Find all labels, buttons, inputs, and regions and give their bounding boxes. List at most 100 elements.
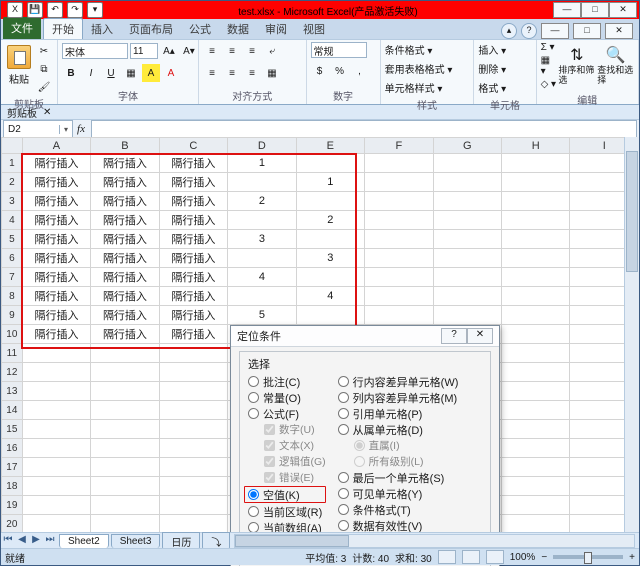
format-cells-button[interactable]: 格式 ▾ (478, 80, 506, 95)
name-box[interactable]: D2 ▾ (3, 120, 73, 138)
insert-cells-button[interactable]: 插入 ▾ (478, 42, 506, 57)
percent-button[interactable]: % (331, 62, 349, 80)
opt-visible[interactable]: 可见单元格(Y) (338, 486, 459, 501)
cell[interactable]: 隔行插入 (91, 173, 159, 192)
cell[interactable] (502, 211, 570, 230)
font-color-button[interactable]: A (162, 64, 180, 82)
grow-font-button[interactable]: A▴ (160, 42, 178, 60)
fill-button[interactable]: ▦ ▾ (541, 55, 557, 77)
cell[interactable] (433, 268, 501, 287)
tab-formulas[interactable]: 公式 (181, 19, 219, 39)
tab-data[interactable]: 数据 (219, 19, 257, 39)
qat-undo-icon[interactable]: ↶ (47, 2, 63, 18)
cell[interactable] (433, 173, 501, 192)
cell[interactable] (22, 515, 90, 534)
cell[interactable] (365, 154, 433, 173)
cell[interactable] (502, 439, 570, 458)
tab-insert[interactable]: 插入 (83, 19, 121, 39)
cell[interactable] (365, 230, 433, 249)
workbook-max-button[interactable]: □ (573, 23, 601, 39)
cell[interactable]: 3 (228, 230, 296, 249)
cell[interactable]: 4 (228, 268, 296, 287)
font-size-select[interactable]: 11 (130, 43, 158, 59)
cell[interactable]: 隔行插入 (91, 192, 159, 211)
cell[interactable] (296, 268, 364, 287)
sheet-tab-sheet2[interactable]: Sheet2 (59, 534, 109, 548)
tab-view[interactable]: 视图 (295, 19, 333, 39)
cell[interactable] (22, 344, 90, 363)
merge-button[interactable]: ▦ (263, 64, 281, 82)
cell[interactable] (502, 287, 570, 306)
cell[interactable]: 5 (228, 306, 296, 325)
cell[interactable] (433, 211, 501, 230)
cell[interactable] (22, 477, 90, 496)
cell[interactable]: 隔行插入 (22, 249, 90, 268)
cell[interactable]: 隔行插入 (22, 211, 90, 230)
fill-color-button[interactable]: A (142, 64, 160, 82)
zoom-level[interactable]: 100% (510, 552, 536, 563)
opt-formula[interactable]: 公式(F) (248, 406, 326, 421)
zoom-slider[interactable] (553, 555, 623, 559)
cell[interactable]: 隔行插入 (159, 192, 227, 211)
cell[interactable] (22, 458, 90, 477)
align-top-button[interactable]: ≡ (203, 42, 221, 60)
maximize-button[interactable]: □ (581, 2, 609, 18)
cell[interactable] (502, 496, 570, 515)
cell[interactable] (433, 154, 501, 173)
cell[interactable] (433, 192, 501, 211)
cell[interactable] (228, 211, 296, 230)
sheet-nav-next[interactable]: ▶ (29, 534, 43, 548)
border-button[interactable]: ▦ (122, 64, 140, 82)
view-normal-button[interactable] (438, 550, 456, 564)
cell[interactable]: 隔行插入 (91, 325, 159, 344)
cell[interactable] (502, 306, 570, 325)
clipboard-pane-close-icon[interactable]: ✕ (43, 107, 51, 118)
align-right-button[interactable]: ≡ (243, 64, 261, 82)
help-icon[interactable]: ? (521, 23, 537, 39)
shrink-font-button[interactable]: A▾ (180, 42, 198, 60)
opt-condfmt[interactable]: 条件格式(T) (338, 502, 459, 517)
copy-button[interactable]: ⧉ (35, 60, 53, 78)
cell[interactable] (365, 287, 433, 306)
cell[interactable] (159, 401, 227, 420)
cell[interactable] (502, 249, 570, 268)
cell[interactable]: 隔行插入 (22, 154, 90, 173)
view-pagelayout-button[interactable] (462, 550, 480, 564)
cell[interactable]: 隔行插入 (159, 287, 227, 306)
tab-review[interactable]: 审阅 (257, 19, 295, 39)
cell[interactable]: 1 (228, 154, 296, 173)
cell[interactable]: 隔行插入 (159, 154, 227, 173)
cell[interactable]: 隔行插入 (159, 268, 227, 287)
cell[interactable] (365, 173, 433, 192)
cell[interactable] (296, 154, 364, 173)
name-box-dropdown-icon[interactable]: ▾ (59, 125, 72, 134)
cell[interactable]: 隔行插入 (91, 306, 159, 325)
cell[interactable] (91, 477, 159, 496)
cell[interactable] (159, 344, 227, 363)
vertical-scrollbar[interactable] (624, 137, 639, 533)
cell[interactable] (22, 496, 90, 515)
number-format-select[interactable]: 常规 (311, 42, 367, 58)
sheet-nav-first[interactable]: ⏮ (1, 534, 15, 548)
cell[interactable] (365, 211, 433, 230)
sort-filter-button[interactable]: ⇅ 排序和筛选 (558, 42, 595, 88)
cell[interactable] (22, 439, 90, 458)
cell[interactable] (159, 515, 227, 534)
cell[interactable] (433, 249, 501, 268)
opt-blank[interactable]: 空值(K) (244, 486, 326, 503)
cut-button[interactable]: ✂ (35, 42, 53, 60)
workbook-min-button[interactable]: — (541, 23, 569, 39)
cell[interactable]: 隔行插入 (22, 192, 90, 211)
tab-pagelayout[interactable]: 页面布局 (121, 19, 181, 39)
zoom-in-button[interactable]: + (629, 552, 635, 563)
cell[interactable]: 2 (296, 211, 364, 230)
align-middle-button[interactable]: ≡ (223, 42, 241, 60)
cell[interactable] (91, 458, 159, 477)
minimize-button[interactable]: — (553, 2, 581, 18)
cell[interactable]: 4 (296, 287, 364, 306)
opt-comment[interactable]: 批注(C) (248, 374, 326, 389)
cell[interactable] (228, 287, 296, 306)
cell[interactable]: 隔行插入 (91, 230, 159, 249)
cell[interactable] (502, 344, 570, 363)
bold-button[interactable]: B (62, 64, 80, 82)
